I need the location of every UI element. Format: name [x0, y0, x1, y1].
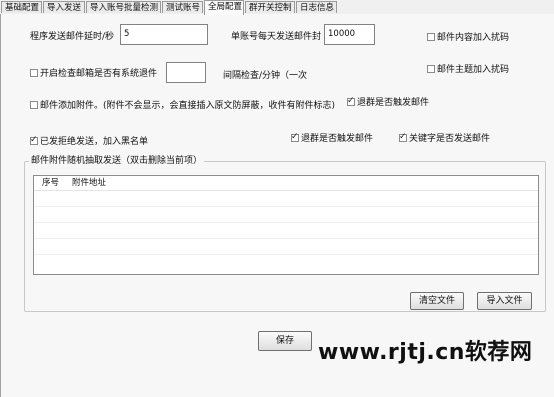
attachment-group: 邮件附件随机抽取发送（双击删除当前项） 序号 附件地址 清空文件 导入文件 [24, 155, 546, 312]
daily-limit-input[interactable]: 10000 [324, 24, 375, 45]
column-header-path[interactable]: 附件地址 [72, 177, 106, 189]
checkbox-box[interactable] [427, 33, 435, 41]
checkbox-box[interactable] [347, 95, 355, 107]
check-interval-input[interactable] [166, 62, 206, 83]
checkbox-box[interactable] [427, 65, 435, 73]
checkbox-box[interactable] [30, 69, 38, 77]
checkbox-box[interactable] [30, 101, 38, 109]
bounce-trigger-checkbox[interactable]: 退群是否触发邮件 [347, 95, 430, 109]
delay-label: 程序发送邮件延时/秒 [30, 32, 115, 42]
tab-group-switch[interactable]: 群开关控制 [245, 1, 295, 13]
tab-global-config[interactable]: 全局配置 [204, 0, 244, 15]
checkbox-box[interactable] [30, 134, 38, 146]
content-captcha-checkbox[interactable]: 邮件内容加入扰码 [427, 33, 509, 44]
check-system-label: 开启检查邮箱是否有系统退件 [40, 69, 158, 79]
delay-input[interactable]: 5 [120, 24, 208, 45]
row-divider [34, 238, 538, 239]
save-button[interactable]: 保存 [258, 331, 312, 351]
tab-test-account[interactable]: 测试账号 [162, 1, 203, 13]
check-system-checkbox[interactable]: 开启检查邮箱是否有系统退件 [30, 69, 157, 80]
subject-captcha-checkbox[interactable]: 邮件主题加入扰码 [427, 65, 509, 76]
tab-strip: 基础配置 导入发送 导入账号批量检测 测试账号 全局配置 群开关控制 日志信息 [0, 0, 554, 15]
add-attachment-label: 邮件添加附件。(附件不会显示，会直接插入原文防屏蔽，收件有附件标志) [40, 101, 336, 111]
import-files-button[interactable]: 导入文件 [477, 292, 532, 310]
row-divider [34, 206, 538, 207]
checkbox-box[interactable] [399, 131, 407, 143]
content-captcha-label: 邮件内容加入扰码 [437, 33, 510, 43]
row-divider [34, 254, 538, 255]
tab-log-info[interactable]: 日志信息 [296, 1, 337, 13]
row-divider [34, 222, 538, 223]
column-header-index[interactable]: 序号 [42, 177, 59, 189]
bounce-trigger2-checkbox[interactable]: 退群是否触发邮件 [291, 131, 374, 145]
attachment-list-header: 序号 附件地址 [34, 176, 538, 191]
bounce-trigger-label: 退群是否触发邮件 [357, 98, 430, 108]
bounce-trigger2-label: 退群是否触发邮件 [301, 134, 374, 144]
attachment-list[interactable]: 序号 附件地址 [33, 175, 539, 275]
tab-batch-account-check[interactable]: 导入账号批量检测 [86, 1, 161, 13]
checkbox-box[interactable] [291, 131, 299, 143]
clear-files-button[interactable]: 清空文件 [410, 292, 464, 310]
blacklist-label: 已发拒绝发送，加入黑名单 [40, 137, 149, 147]
tab-basic-config[interactable]: 基础配置 [1, 1, 42, 13]
subject-captcha-label: 邮件主题加入扰码 [437, 65, 510, 75]
daily-limit-label: 单账号每天发送邮件封 [231, 32, 322, 42]
interval-label: 间隔检查/分钟（一次 [223, 71, 308, 81]
keyword-checkbox[interactable]: 关键字是否发送邮件 [399, 131, 491, 145]
attachment-group-title: 邮件附件随机抽取发送（双击删除当前项） [29, 155, 205, 167]
watermark-text: www.rjtj.cn软荐网 [318, 340, 533, 365]
tab-import-send[interactable]: 导入发送 [43, 1, 85, 13]
add-attachment-checkbox[interactable]: 邮件添加附件。(附件不会显示，会直接插入原文防屏蔽，收件有附件标志) [30, 101, 335, 112]
keyword-label: 关键字是否发送邮件 [409, 134, 491, 144]
blacklist-checkbox[interactable]: 已发拒绝发送，加入黑名单 [30, 134, 149, 148]
